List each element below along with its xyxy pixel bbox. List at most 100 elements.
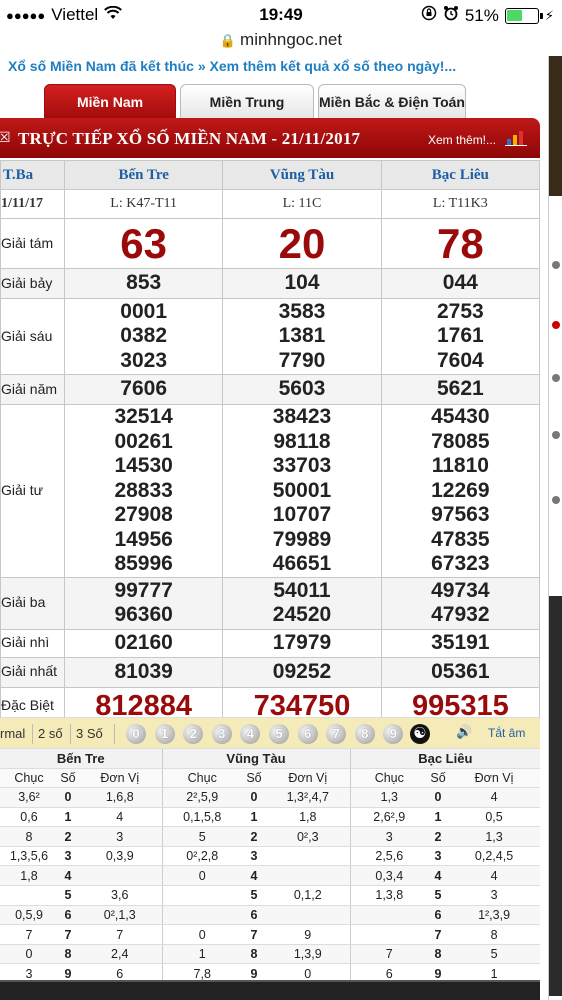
status-bar: ●●●●● Viettel 19:49 51% ⚡ <box>0 0 562 30</box>
digit-2-button[interactable]: 2 <box>183 724 204 744</box>
don-vi-cell: 0,5 <box>448 807 541 828</box>
chuc-cell <box>349 905 429 926</box>
digit-3-button[interactable]: 3 <box>211 724 232 744</box>
so-cell: 5 <box>428 885 449 906</box>
so-cell: 3 <box>242 846 266 867</box>
don-vi-cell <box>266 846 351 867</box>
ticket-code: L: 11C <box>222 189 382 219</box>
prize-rows: Giải tám 63 20 78 Giải bảy 853 104 044 Giải sáu 0… <box>0 218 541 725</box>
tab-mien-trung[interactable]: Miền Trung <box>180 84 314 118</box>
province-name[interactable]: Bạc Liêu <box>380 160 541 190</box>
tab-mien-bac[interactable]: Miền Bắc & Điện Toán <box>318 84 466 118</box>
prize-label-cell: Giải sáu <box>0 298 65 375</box>
prize-number: 38423 <box>272 405 332 428</box>
so-header: Số <box>428 768 449 789</box>
prize-numbers-cell: 81039 <box>63 656 224 688</box>
prize-numbers-cell: 02160 <box>63 628 224 658</box>
prize-number: 3583 <box>278 299 326 323</box>
prize-numbers-cell: 7606 <box>63 374 224 405</box>
prize-number: 20 <box>278 219 326 267</box>
digit-5-button[interactable]: 5 <box>269 724 289 744</box>
marquee-link[interactable]: Xổ số Miền Nam đã kết thúc » Xem thêm kế… <box>0 58 548 78</box>
so-cell: 8 <box>428 944 449 965</box>
chart-icon[interactable] <box>505 130 527 146</box>
results-table: T.Ba Bến Tre Vũng Tàu Bạc Liêu 1/11/17 L… <box>0 160 541 725</box>
prize-number: 104 <box>284 271 320 295</box>
prize-number: 10707 <box>272 503 332 526</box>
don-vi-cell: 8 <box>448 924 541 945</box>
more-link[interactable]: Xem thêm!... <box>428 133 496 147</box>
so-cell: 2 <box>242 826 266 847</box>
don-vi-cell: 2,4 <box>78 944 162 965</box>
so-cell: 4 <box>58 865 78 887</box>
digit-1-button[interactable]: 1 <box>154 724 175 744</box>
digit-6-button[interactable]: 6 <box>297 724 318 744</box>
province-name[interactable]: Bến Tre <box>63 160 224 190</box>
chuc-cell <box>161 885 242 906</box>
mute-all-link[interactable]: Tắt âm <box>488 726 525 740</box>
don-vi-cell: 4 <box>78 807 162 828</box>
prize-numbers-cell: 3583 1381 7790 <box>222 298 382 375</box>
filter-3-digits[interactable]: 3 Số <box>76 726 103 741</box>
tab-mien-nam[interactable]: Miền Nam <box>44 84 176 118</box>
prize-number: 78 <box>436 219 484 267</box>
so-cell: 0 <box>428 787 449 808</box>
so-cell: 6 <box>58 905 78 926</box>
prize-number: 853 <box>126 271 162 295</box>
so-header: Số <box>58 768 78 789</box>
don-vi-cell: 3 <box>78 826 162 847</box>
prize-number: 49734 <box>431 578 490 602</box>
close-icon[interactable]: ☒ <box>0 129 12 145</box>
yin-yang-icon[interactable]: ☯ <box>410 724 430 744</box>
digit-7-button[interactable]: 7 <box>326 724 347 744</box>
prize-number: 50001 <box>272 478 332 502</box>
prize-number: 0382 <box>120 324 168 348</box>
filter-2-digits[interactable]: 2 số <box>38 726 63 741</box>
lock-icon: 🔒 <box>219 33 237 48</box>
don-vi-cell: 4 <box>448 865 541 887</box>
so-cell: 0 <box>242 787 266 808</box>
digit-9-button[interactable]: 9 <box>383 724 404 744</box>
ticket-code-row: 1/11/17 L: K47-T11 L: 11C L: T11K3 <box>0 189 541 219</box>
don-vi-cell: 1,3,9 <box>266 944 351 965</box>
province-name[interactable]: Vũng Tàu <box>222 160 382 190</box>
prize-number: 2753 <box>436 299 484 323</box>
prize-numbers-cell: 35191 <box>380 628 541 658</box>
prize-number: 17979 <box>272 630 332 654</box>
prize-numbers-cell: 78 <box>380 218 541 269</box>
chuc-cell: 0,3,4 <box>349 865 429 887</box>
chuc-cell: 2²,5,9 <box>161 787 242 808</box>
prize-numbers-cell: 63 <box>63 218 224 269</box>
chuc-cell: 0 <box>161 865 242 887</box>
chuc-cell: 0²,2,8 <box>161 846 242 867</box>
prize-label: Giải tư <box>1 481 44 498</box>
chuc-cell: 1,8 <box>0 865 58 887</box>
digit-0-button[interactable]: 0 <box>126 724 146 744</box>
chuc-cell: 0 <box>161 924 242 945</box>
don-vi-cell: 0²,3 <box>266 826 351 847</box>
don-vi-cell: 1,8 <box>266 807 351 828</box>
so-cell: 1 <box>242 807 266 828</box>
loto-province: Bạc Liêu <box>349 749 541 769</box>
prize-number: 46651 <box>272 552 332 575</box>
digit-8-button[interactable]: 8 <box>354 724 375 744</box>
url-bar[interactable]: 🔒 minhngoc.net <box>0 30 562 56</box>
digit-4-button[interactable]: 4 <box>240 724 261 744</box>
url-domain: minhngoc.net <box>240 30 343 49</box>
filter-normal[interactable]: rmal <box>0 726 25 741</box>
side-dot <box>552 374 560 382</box>
prize-label-cell: Giải năm <box>0 374 65 405</box>
prize-number: 5603 <box>278 377 326 401</box>
speaker-icon[interactable]: 🔊 <box>456 724 482 744</box>
prize-label: Đặc Biệt <box>1 696 54 713</box>
prize-label: Giải ba <box>1 594 46 610</box>
so-cell: 4 <box>242 865 266 887</box>
prize-number: 24520 <box>272 603 332 626</box>
chuc-cell: 1,3,8 <box>349 885 429 906</box>
loto-subheader-row: Chục Số Đơn Vị Chục Số Đơn Vị Chục Số Đơ… <box>0 768 541 789</box>
prize-numbers-cell: 32514 00261 14530 28833 27908 14956 85996 <box>63 404 224 578</box>
don-vi-header: Đơn Vị <box>78 768 162 789</box>
ticket-code: L: K47-T11 <box>63 189 224 219</box>
prize-number: 32514 <box>114 405 173 428</box>
prize-label-cell: Giải bảy <box>0 268 65 299</box>
